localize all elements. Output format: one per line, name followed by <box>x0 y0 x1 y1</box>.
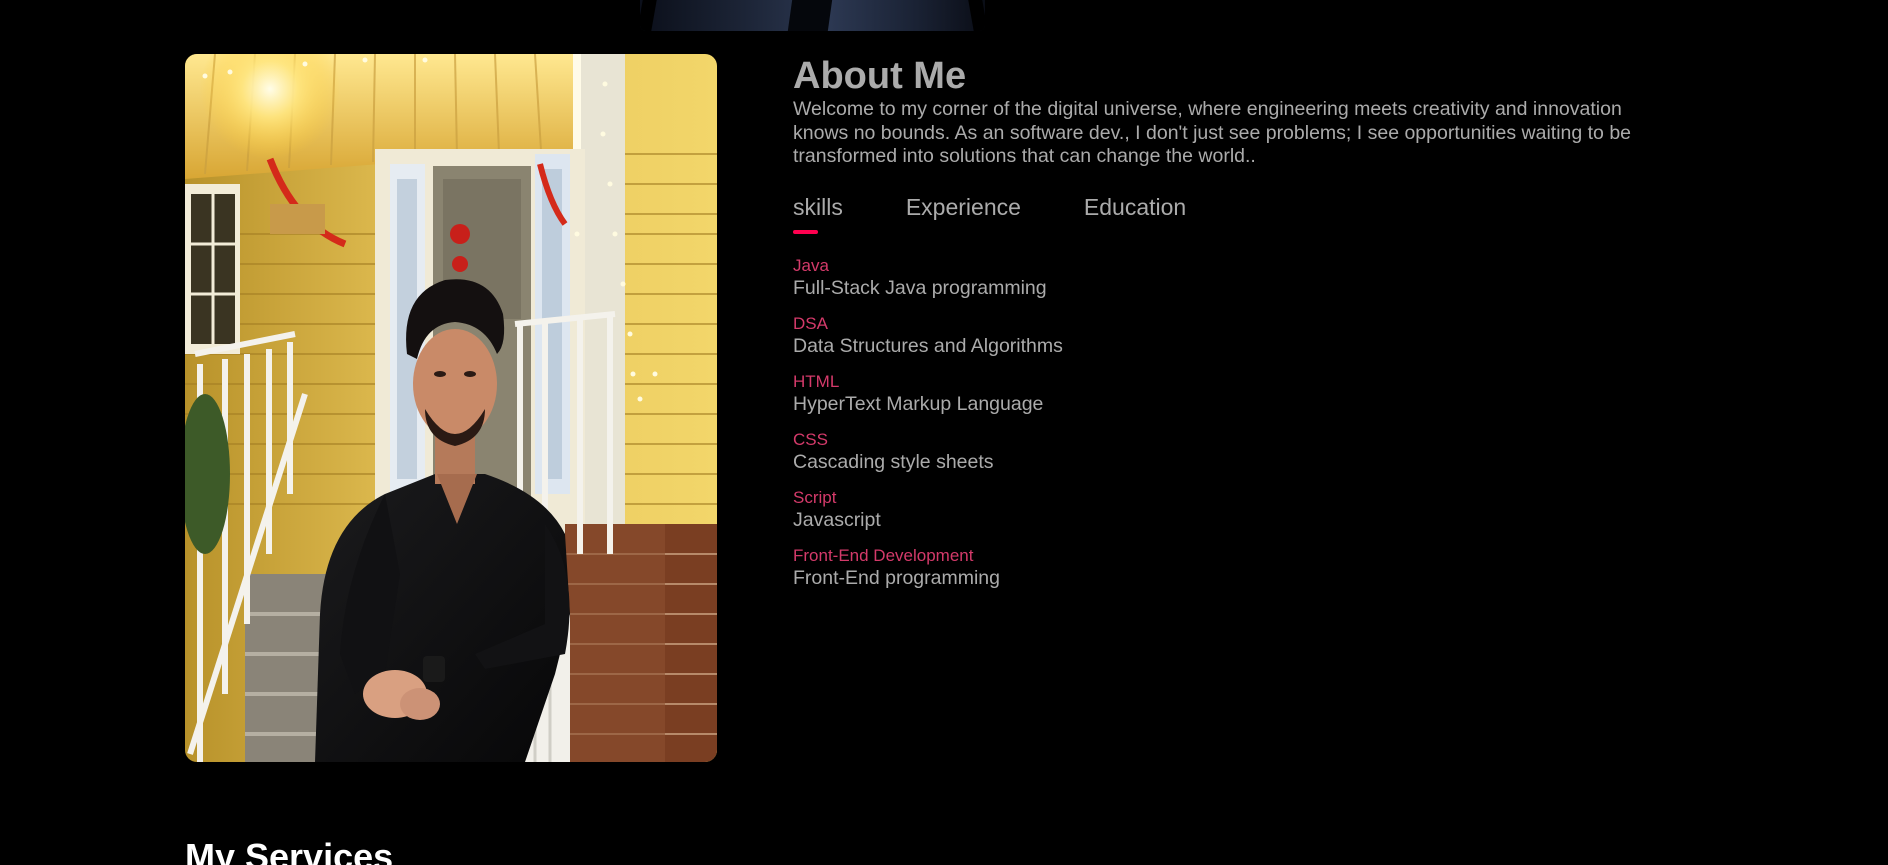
skill-description: Data Structures and Algorithms <box>793 334 1063 357</box>
about-tabs: skills Experience Education <box>793 193 1693 239</box>
skill-description: HyperText Markup Language <box>793 392 1044 415</box>
list-item: Script Javascript <box>793 488 1693 532</box>
about-section: About Me Welcome to my corner of the dig… <box>793 54 1693 604</box>
tab-experience[interactable]: Experience <box>906 193 1021 239</box>
skill-description: Front-End programming <box>793 566 1000 589</box>
services-title: My Services <box>185 836 394 865</box>
previous-section-image-fragment <box>640 0 985 31</box>
skill-name: Script <box>793 487 837 507</box>
tab-education[interactable]: Education <box>1084 193 1186 239</box>
about-title: About Me <box>793 55 967 97</box>
tab-skills[interactable]: skills <box>793 193 843 239</box>
list-item: DSA Data Structures and Algorithms <box>793 314 1693 358</box>
skill-description: Javascript <box>793 508 881 531</box>
skill-name: HTML <box>793 371 840 391</box>
skill-name: Front-End Development <box>793 545 974 565</box>
profile-photo <box>185 54 717 762</box>
skills-list: Java Full-Stack Java programming DSA Dat… <box>793 256 1693 590</box>
skill-name: CSS <box>793 429 828 449</box>
skill-description: Full-Stack Java programming <box>793 276 1047 299</box>
portfolio-page: About Me Welcome to my corner of the dig… <box>0 0 1888 865</box>
list-item: HTML HyperText Markup Language <box>793 372 1693 416</box>
list-item: Front-End Development Front-End programm… <box>793 546 1693 590</box>
skill-name: DSA <box>793 313 828 333</box>
skill-name: Java <box>793 255 829 275</box>
list-item: CSS Cascading style sheets <box>793 430 1693 474</box>
skill-description: Cascading style sheets <box>793 450 994 473</box>
list-item: Java Full-Stack Java programming <box>793 256 1693 300</box>
about-intro: Welcome to my corner of the digital univ… <box>793 98 1632 167</box>
